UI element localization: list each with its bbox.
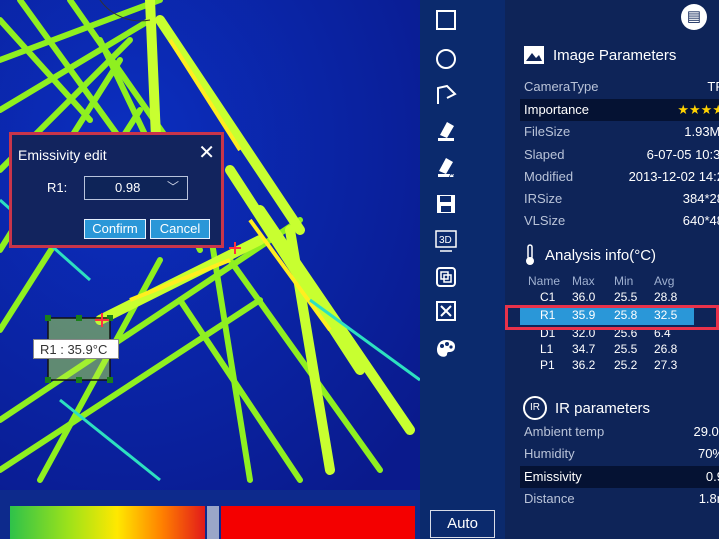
image-params-title: Image Parameters	[553, 46, 677, 64]
table-row[interactable]: L1 34.7 25.5 26.8	[520, 341, 694, 357]
param-row: Distance1.8n	[524, 491, 719, 506]
emissivity-value: 0.98	[115, 180, 141, 195]
auto-button[interactable]: Auto	[430, 510, 495, 538]
analysis-header: Analysis info(°C)	[523, 244, 656, 266]
cancel-button[interactable]: Cancel	[150, 219, 210, 239]
param-row: Slaped 6-07-05 10:3:	[524, 147, 719, 162]
svg-text:A: A	[449, 170, 455, 178]
circle-icon[interactable]	[433, 46, 459, 72]
param-row: FileSize1.93MI	[524, 124, 719, 139]
dialog-title: Emissivity edit	[18, 147, 107, 163]
param-row: Ambient temp29.0°	[524, 424, 719, 439]
rectangle-icon[interactable]	[433, 7, 459, 33]
ir-icon: IR	[523, 396, 547, 420]
svg-text:3D: 3D	[439, 235, 452, 246]
table-row[interactable]: P1 36.2 25.2 27.3	[520, 357, 694, 373]
param-row: CameraTypeTP	[524, 79, 719, 94]
tool-sidebar: A 3D Auto	[420, 0, 505, 539]
param-row[interactable]: Importance ★★★★	[520, 99, 719, 121]
emissivity-select[interactable]: 0.98 ﹀	[84, 176, 188, 200]
3d-view-icon[interactable]: 3D	[433, 228, 459, 254]
thermometer-icon	[526, 244, 534, 265]
r1-label: R1:	[47, 180, 68, 195]
roi-temperature-label[interactable]: R1 : 35.9°C	[33, 339, 119, 359]
document-icon[interactable]: ▤	[681, 4, 707, 30]
save-icon[interactable]	[433, 191, 459, 217]
palette-high-segment	[221, 506, 415, 539]
param-row: IRSize384*28	[524, 191, 719, 206]
color-palette-bar[interactable]	[10, 506, 415, 539]
copy-icon[interactable]	[433, 264, 459, 290]
erase-all-icon[interactable]: A	[433, 154, 459, 180]
info-panel: ▤ Image Parameters CameraTypeTP Importan…	[505, 0, 719, 539]
analysis-header-row: Name Max Min Avg	[528, 274, 675, 288]
confirm-button[interactable]: Confirm	[84, 219, 146, 239]
polygon-icon[interactable]	[433, 82, 459, 108]
param-row[interactable]: Emissivity0.9	[520, 466, 719, 488]
param-row: VLSize640*48	[524, 213, 719, 228]
palette-icon[interactable]	[433, 336, 459, 362]
ir-params-title: IR parameters	[555, 399, 651, 417]
importance-stars[interactable]: ★★★★	[677, 102, 719, 118]
palette-gradient	[10, 506, 205, 539]
palette-slider-handle[interactable]	[207, 506, 219, 539]
analysis-title: Analysis info(°C)	[545, 246, 657, 264]
clear-icon[interactable]	[433, 298, 459, 324]
ir-params-header: IR IR parameters	[523, 396, 650, 420]
emissivity-edit-dialog: Emissivity edit ✕ R1: 0.98 ﹀ Confirm Can…	[9, 132, 224, 248]
param-row: Humidity70%	[524, 446, 719, 461]
image-params-header: Image Parameters	[523, 45, 676, 65]
param-row: Modified 2013-12-02 14:2	[524, 169, 719, 184]
table-row[interactable]: C1 36.0 25.5 28.8	[520, 289, 694, 305]
chevron-down-icon: ﹀	[166, 180, 179, 194]
eraser-icon[interactable]	[433, 118, 459, 144]
image-icon	[524, 46, 544, 64]
selected-row-highlight	[505, 305, 719, 330]
close-icon[interactable]: ✕	[198, 143, 215, 163]
